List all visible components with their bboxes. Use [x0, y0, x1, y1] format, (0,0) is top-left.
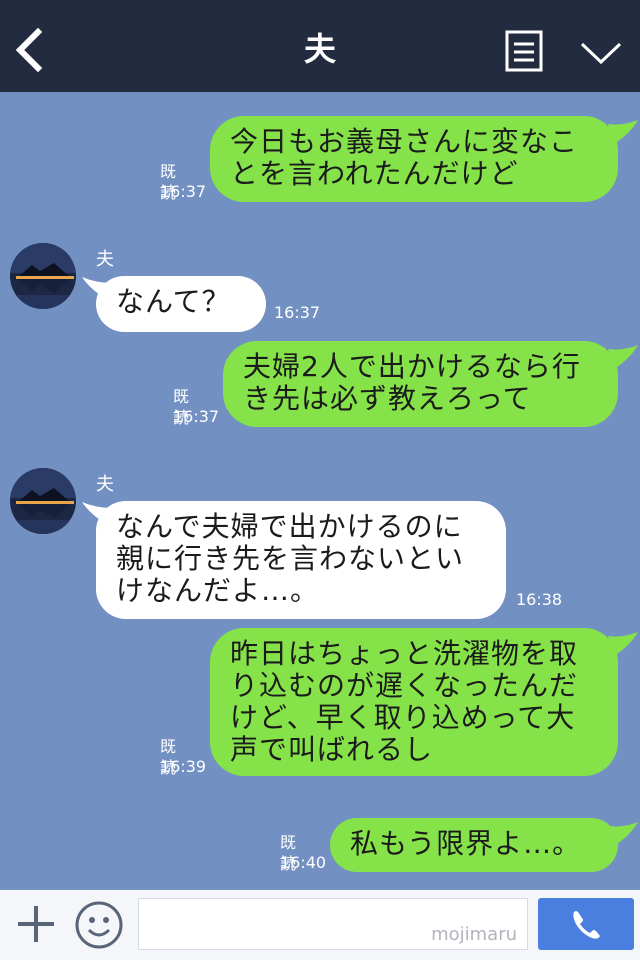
bubble-tail: [608, 822, 638, 846]
plus-icon: [18, 906, 54, 942]
message-time: 16:37: [274, 303, 321, 322]
message-bubble: 夫婦2人で出かけるなら行 き先は必ず教えろって: [223, 341, 618, 427]
input-bar: mojimaru: [0, 890, 640, 960]
message-input[interactable]: mojimaru: [138, 898, 528, 950]
avatar-image: [10, 243, 76, 309]
message-bubble: 昨日はちょっと洗濯物を取 り込むのが遅くなったんだ けど、早く取り込めって大 声…: [210, 628, 618, 776]
smiley-icon: [75, 901, 123, 949]
phone-icon: [573, 911, 600, 939]
message-bubble: 今日もお義母さんに変なこ とを言われたんだけど: [210, 116, 618, 202]
message-bubble: 私もう限界よ…。: [330, 818, 618, 872]
avatar[interactable]: [10, 468, 76, 534]
message-time: 16:37: [173, 407, 220, 426]
message-time: 16:37: [160, 182, 207, 201]
chevron-left-icon: [15, 27, 43, 73]
chat-title: 夫: [303, 30, 336, 68]
message-time: 16:38: [516, 590, 563, 609]
collapse-button[interactable]: [576, 30, 626, 74]
chat-header: 夫: [0, 0, 640, 92]
call-button[interactable]: [538, 898, 634, 950]
add-button[interactable]: [14, 902, 58, 946]
document-lines-icon: [505, 30, 543, 72]
message-bubble: なんて？: [96, 276, 266, 332]
back-button[interactable]: [10, 22, 50, 78]
bubble-tail: [608, 120, 638, 144]
message-bubble: なんで夫婦で出かけるのに 親に行き先を言わないとい けなんだよ…。: [96, 501, 506, 619]
menu-button[interactable]: [504, 30, 544, 74]
emoji-button[interactable]: [74, 900, 124, 950]
bubble-tail: [608, 632, 638, 656]
avatar[interactable]: [10, 243, 76, 309]
message-time: 16:39: [160, 757, 207, 776]
sender-name: 夫: [96, 474, 114, 495]
message-time: 16:40: [280, 853, 327, 872]
avatar-image: [10, 468, 76, 534]
watermark-text: mojimaru: [431, 924, 517, 945]
chevron-down-icon: [580, 42, 622, 65]
sender-name: 夫: [96, 249, 114, 270]
bubble-tail: [608, 345, 638, 369]
